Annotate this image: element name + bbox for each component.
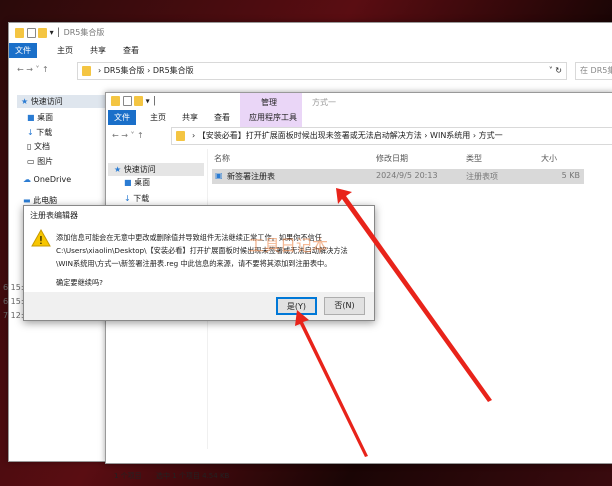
red-arrow-to-file <box>336 188 492 402</box>
red-arrow-to-yes <box>295 310 368 457</box>
annotation-arrows <box>295 188 492 457</box>
